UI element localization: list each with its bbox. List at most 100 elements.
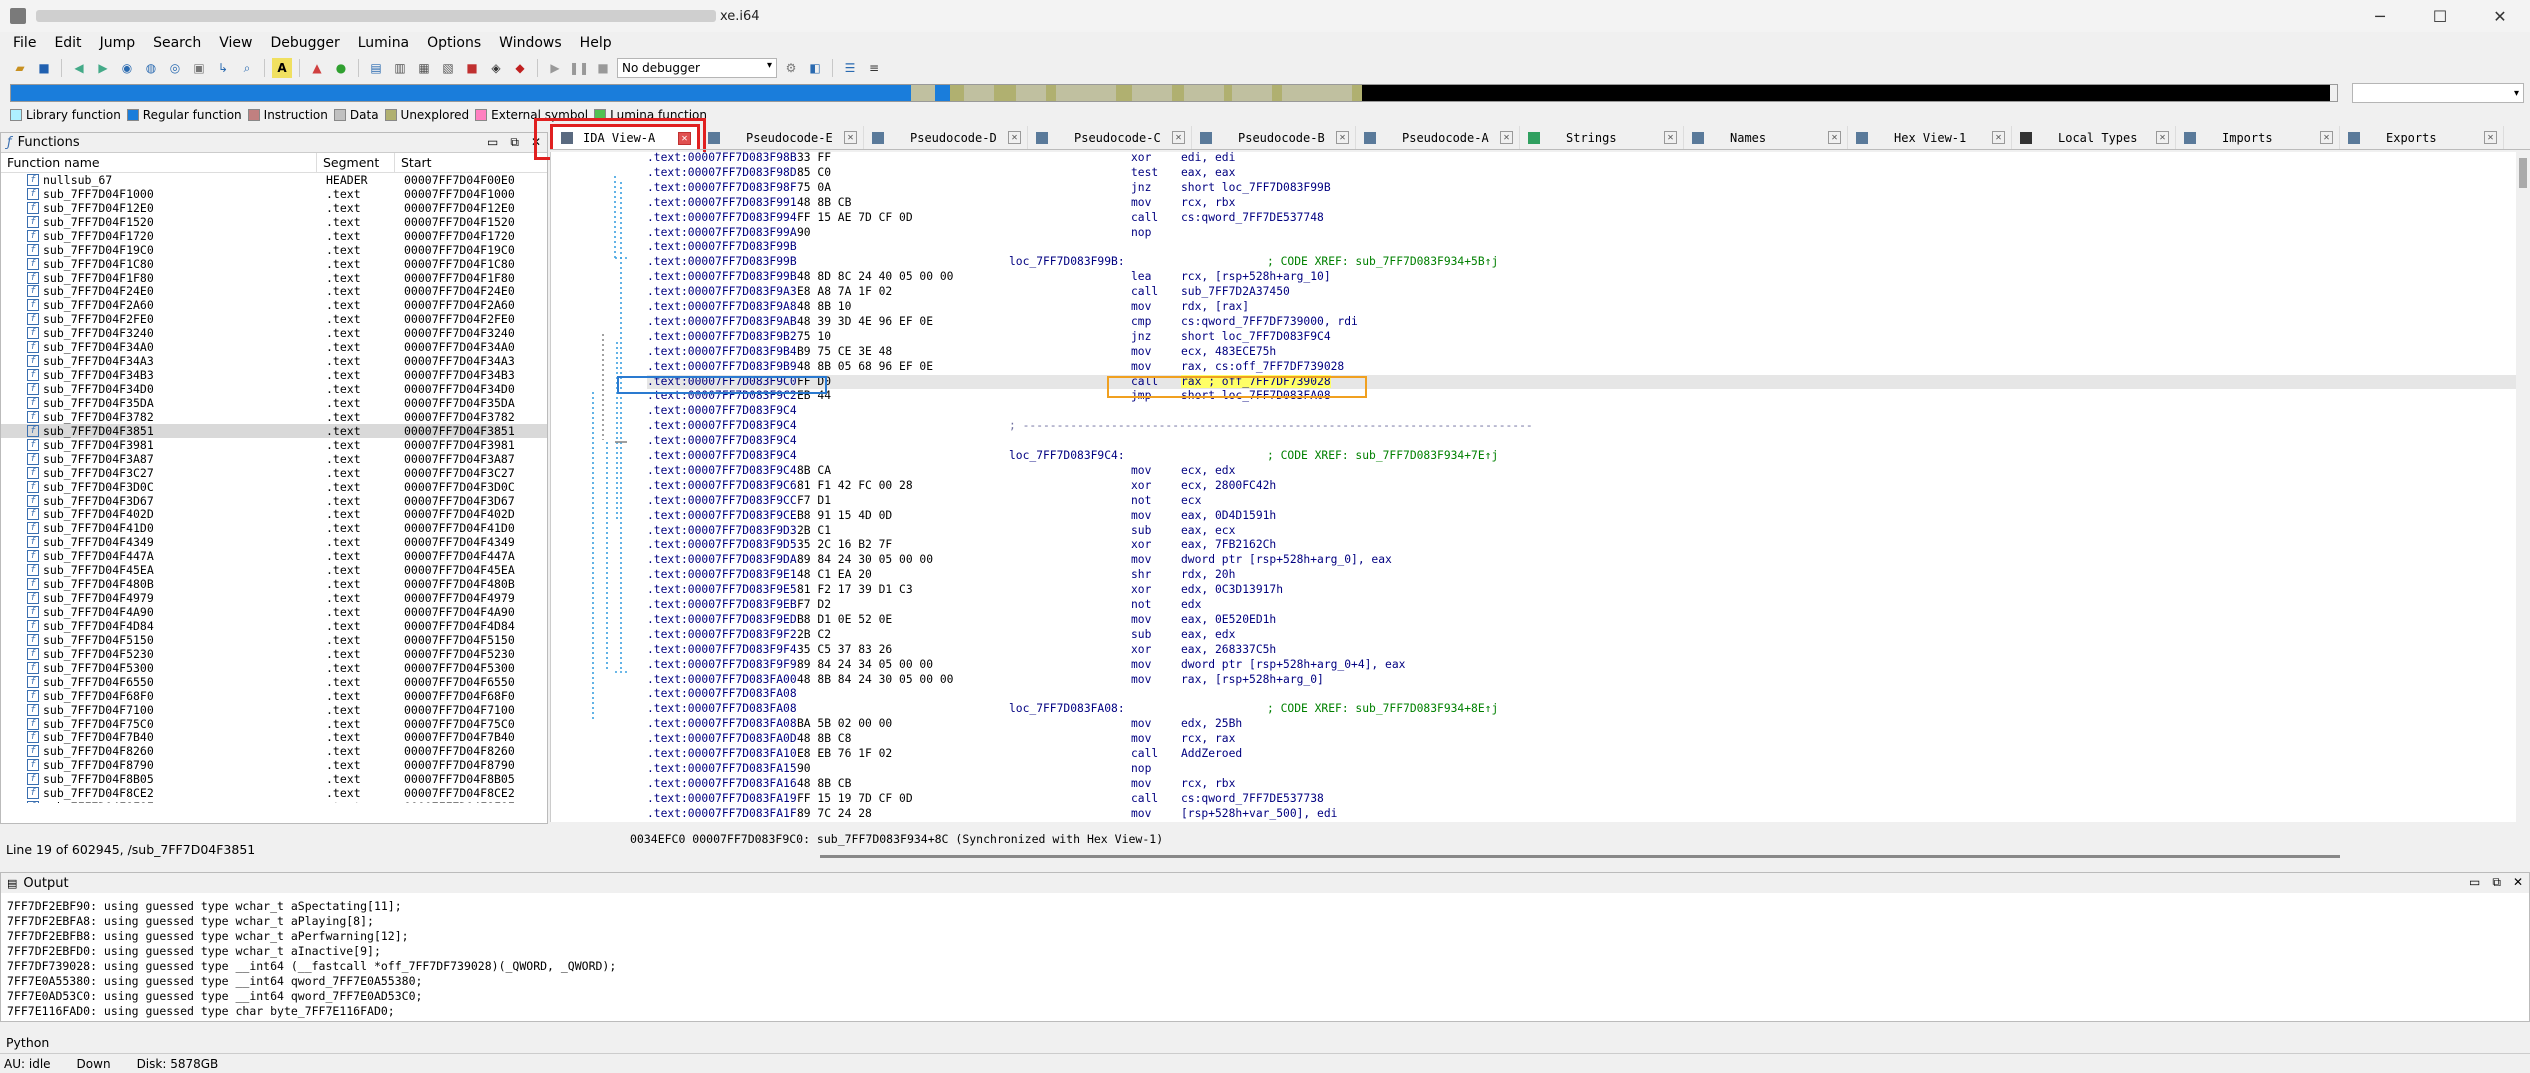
disasm-line[interactable]: .text:00007FF7D083FA00 48 8B 84 24 30 05 … — [647, 673, 2516, 688]
function-row[interactable]: f sub_7FF7D04F24E0 .text 00007FF7D04F24E0 — [1, 284, 547, 298]
disasm-line[interactable]: .text:00007FF7D083F9A3 E8 A8 7A 1F 02 call… — [647, 285, 2516, 300]
function-row[interactable]: f sub_7FF7D04F34B3 .text 00007FF7D04F34B3 — [1, 368, 547, 382]
close-icon[interactable]: ✕ — [1336, 131, 1349, 144]
function-row[interactable]: f sub_7FF7D04F34A0 .text 00007FF7D04F34A0 — [1, 340, 547, 354]
close-icon[interactable]: ✕ — [1664, 131, 1677, 144]
close-icon[interactable]: ✕ — [1172, 131, 1185, 144]
disasm-line[interactable]: .text:00007FF7D083FA16 48 8B CB mov rcx, rb… — [647, 777, 2516, 792]
function-row[interactable]: f sub_7FF7D04F34A3 .text 00007FF7D04F34A3 — [1, 354, 547, 368]
function-row[interactable]: f sub_7FF7D04F4349 .text 00007FF7D04F4349 — [1, 535, 547, 549]
function-row[interactable]: f sub_7FF7D04F3782 .text 00007FF7D04F3782 — [1, 410, 547, 424]
tab-ida-view-a[interactable]: IDA View-A ✕ — [550, 124, 700, 149]
disasm-line[interactable]: .text:00007FF7D083F99A 90 nop — [647, 226, 2516, 241]
function-row[interactable]: f sub_7FF7D04F75C0 .text 00007FF7D04F75C0 — [1, 717, 547, 731]
menu-jump[interactable]: Jump — [91, 35, 145, 51]
menu-options[interactable]: Options — [418, 35, 490, 51]
tab-pseudocode-d[interactable]: Pseudocode-D ✕ — [864, 126, 1028, 149]
disasm-line[interactable]: .text:00007FF7D083FA0D 48 8B C8 mov rcx, ra… — [647, 732, 2516, 747]
navigation-band[interactable]: ▾ — [0, 83, 2530, 103]
maximize-button[interactable]: ☐ — [2410, 0, 2470, 32]
tab-pseudocode-c[interactable]: Pseudocode-C ✕ — [1028, 126, 1192, 149]
disasm-line[interactable]: .text:00007FF7D083F9C4 ; ----------------… — [647, 419, 2516, 434]
output-log[interactable]: 7FF7DF2EBF90: using guessed type wchar_t… — [7, 899, 616, 1019]
debugger-select[interactable]: No debugger ▾ — [617, 58, 777, 78]
function-row[interactable]: f sub_7FF7D04F8F8E.text00007FF7D04F8F8E — [1, 800, 547, 803]
function-row[interactable]: f sub_7FF7D04F45EA .text 00007FF7D04F45EA — [1, 563, 547, 577]
function-row[interactable]: f sub_7FF7D04F4A90 .text 00007FF7D04F4A90 — [1, 605, 547, 619]
disasm-line[interactable]: .text:00007FF7D083F98F 75 0A jnz short loc_… — [647, 181, 2516, 196]
open-icon[interactable]: ▰ — [10, 58, 30, 78]
function-row[interactable]: f sub_7FF7D04F1000 .text 00007FF7D04F1000 — [1, 187, 547, 201]
close-icon[interactable]: ✕ — [1008, 131, 1021, 144]
panel-close-icon[interactable]: ✕ — [2513, 875, 2523, 890]
menu-help[interactable]: Help — [571, 35, 621, 51]
breakpoint-icon[interactable]: ◈ — [486, 58, 506, 78]
function-row[interactable]: f sub_7FF7D04F8CE2 .text 00007FF7D04F8CE2 — [1, 786, 547, 800]
tab-local-types[interactable]: Local Types ✕ — [2012, 126, 2176, 149]
menu-lumina[interactable]: Lumina — [349, 35, 418, 51]
function-row[interactable]: f sub_7FF7D04F402D .text 00007FF7D04F402D — [1, 507, 547, 521]
tab-imports[interactable]: Imports ✕ — [2176, 126, 2340, 149]
function-row[interactable]: f sub_7FF7D04F8B05 .text 00007FF7D04F8B05 — [1, 772, 547, 786]
panel-float-icon[interactable]: ⧉ — [510, 135, 519, 150]
disasm-line[interactable]: .text:00007FF7D083F9C4 loc_7FF7D083F9C4:;… — [647, 449, 2516, 464]
data-icon[interactable]: ▥ — [390, 58, 410, 78]
disasm-line[interactable]: .text:00007FF7D083FA08 BA 5B 02 00 00 mov e… — [647, 717, 2516, 732]
function-row[interactable]: f sub_7FF7D04F3851 .text 00007FF7D04F3851 — [1, 424, 547, 438]
function-row[interactable]: f sub_7FF7D04F3D0C .text 00007FF7D04F3D0C — [1, 480, 547, 494]
disasm-line[interactable]: .text:00007FF7D083F9C0 FF D0 call rax ; off… — [647, 374, 2516, 390]
list-icon[interactable]: ☰ — [840, 58, 860, 78]
function-row[interactable]: f sub_7FF7D04F7B40 .text 00007FF7D04F7B40 — [1, 730, 547, 744]
code-icon[interactable]: ▤ — [366, 58, 386, 78]
menu-windows[interactable]: Windows — [490, 35, 571, 51]
bookmark-icon[interactable]: ◆ — [510, 58, 530, 78]
function-row[interactable]: f sub_7FF7D04F8790 .text 00007FF7D04F8790 — [1, 758, 547, 772]
column-segment[interactable]: Segment — [317, 152, 395, 173]
disasm-line[interactable]: .text:00007FF7D083F9C4 8B CA mov ecx, edx — [647, 464, 2516, 479]
function-row[interactable]: f sub_7FF7D04F68F0 .text 00007FF7D04F68F0 — [1, 689, 547, 703]
disasm-line[interactable]: .text:00007FF7D083F9D3 2B C1 sub eax, ecx — [647, 524, 2516, 539]
cli-selector[interactable]: Python — [0, 1032, 2530, 1052]
function-row[interactable]: f sub_7FF7D04F3240 .text 00007FF7D04F3240 — [1, 326, 547, 340]
function-row[interactable]: f sub_7FF7D04F19C0 .text 00007FF7D04F19C0 — [1, 243, 547, 257]
disassembly-view[interactable]: .text:00007FF7D083F98B 33 FF xor edi, edi .t… — [550, 152, 2516, 822]
menu-file[interactable]: File — [4, 35, 45, 51]
text-color-icon[interactable]: A — [272, 58, 292, 78]
function-row[interactable]: f sub_7FF7D04F3981 .text 00007FF7D04F3981 — [1, 438, 547, 452]
menu-search[interactable]: Search — [144, 35, 210, 51]
close-icon[interactable]: ✕ — [1828, 131, 1841, 144]
save-icon[interactable]: ■ — [34, 58, 54, 78]
disasm-line[interactable]: .text:00007FF7D083F9F4 35 C5 37 83 26 xor e… — [647, 643, 2516, 658]
outline-icon[interactable]: ≡ — [864, 58, 884, 78]
navigation-combo[interactable]: ▾ — [2352, 83, 2524, 103]
jump-icon[interactable]: ↳ — [213, 58, 233, 78]
disasm-line[interactable]: .text:00007FF7D083F9D5 35 2C 16 B2 7F xor e… — [647, 538, 2516, 553]
disasm-line[interactable]: .text:00007FF7D083F9DA 89 84 24 30 05 00 … — [647, 553, 2516, 568]
disasm-line[interactable]: .text:00007FF7D083F9C6 81 F1 42 FC 00 28 x… — [647, 479, 2516, 494]
function-row[interactable]: f sub_7FF7D04F1520 .text 00007FF7D04F1520 — [1, 215, 547, 229]
tab-pseudocode-a[interactable]: Pseudocode-A ✕ — [1356, 126, 1520, 149]
disasm-line[interactable]: .text:00007FF7D083F9A8 48 8B 10 mov rdx, [r… — [647, 300, 2516, 315]
debug-connect-icon[interactable]: ◧ — [805, 58, 825, 78]
close-button[interactable]: ✕ — [2470, 0, 2530, 32]
function-row[interactable]: f sub_7FF7D04F7100 .text 00007FF7D04F7100 — [1, 703, 547, 717]
disasm-line[interactable]: .text:00007FF7D083F994 FF 15 AE 7D CF 0D c… — [647, 211, 2516, 226]
disasm-line[interactable]: .text:00007FF7D083F991 48 8B CB mov rcx, rb… — [647, 196, 2516, 211]
disasm-line[interactable]: .text:00007FF7D083FA10 E8 EB 76 1F 02 call… — [647, 747, 2516, 762]
function-row[interactable]: f sub_7FF7D04F5230 .text 00007FF7D04F5230 — [1, 647, 547, 661]
cli-language[interactable]: Python — [6, 1035, 49, 1050]
back-icon[interactable]: ◀ — [69, 58, 89, 78]
debug-options-icon[interactable]: ⚙ — [781, 58, 801, 78]
close-icon[interactable]: ✕ — [2320, 131, 2333, 144]
function-row[interactable]: f sub_7FF7D04F8260 .text 00007FF7D04F8260 — [1, 744, 547, 758]
horizontal-scrollbar[interactable] — [820, 855, 2340, 858]
panel-float-icon[interactable]: ⧉ — [2492, 875, 2501, 890]
disasm-line[interactable]: .text:00007FF7D083FA1F 89 7C 24 28 mov [rsp… — [647, 807, 2516, 822]
disasm-line[interactable]: .text:00007FF7D083F9EB F7 D2 not edx — [647, 598, 2516, 613]
close-icon[interactable]: ✕ — [2484, 131, 2497, 144]
function-row[interactable]: f sub_7FF7D04F34D0 .text 00007FF7D04F34D0 — [1, 382, 547, 396]
disasm-line[interactable]: .text:00007FF7D083F99B — [647, 240, 2516, 255]
disasm-line[interactable]: .text:00007FF7D083FA2340 88 7C 24 20 mov [… — [647, 822, 2516, 823]
tab-pseudocode-b[interactable]: Pseudocode-B ✕ — [1192, 126, 1356, 149]
tab-pseudocode-e[interactable]: Pseudocode-E ✕ — [700, 126, 864, 149]
